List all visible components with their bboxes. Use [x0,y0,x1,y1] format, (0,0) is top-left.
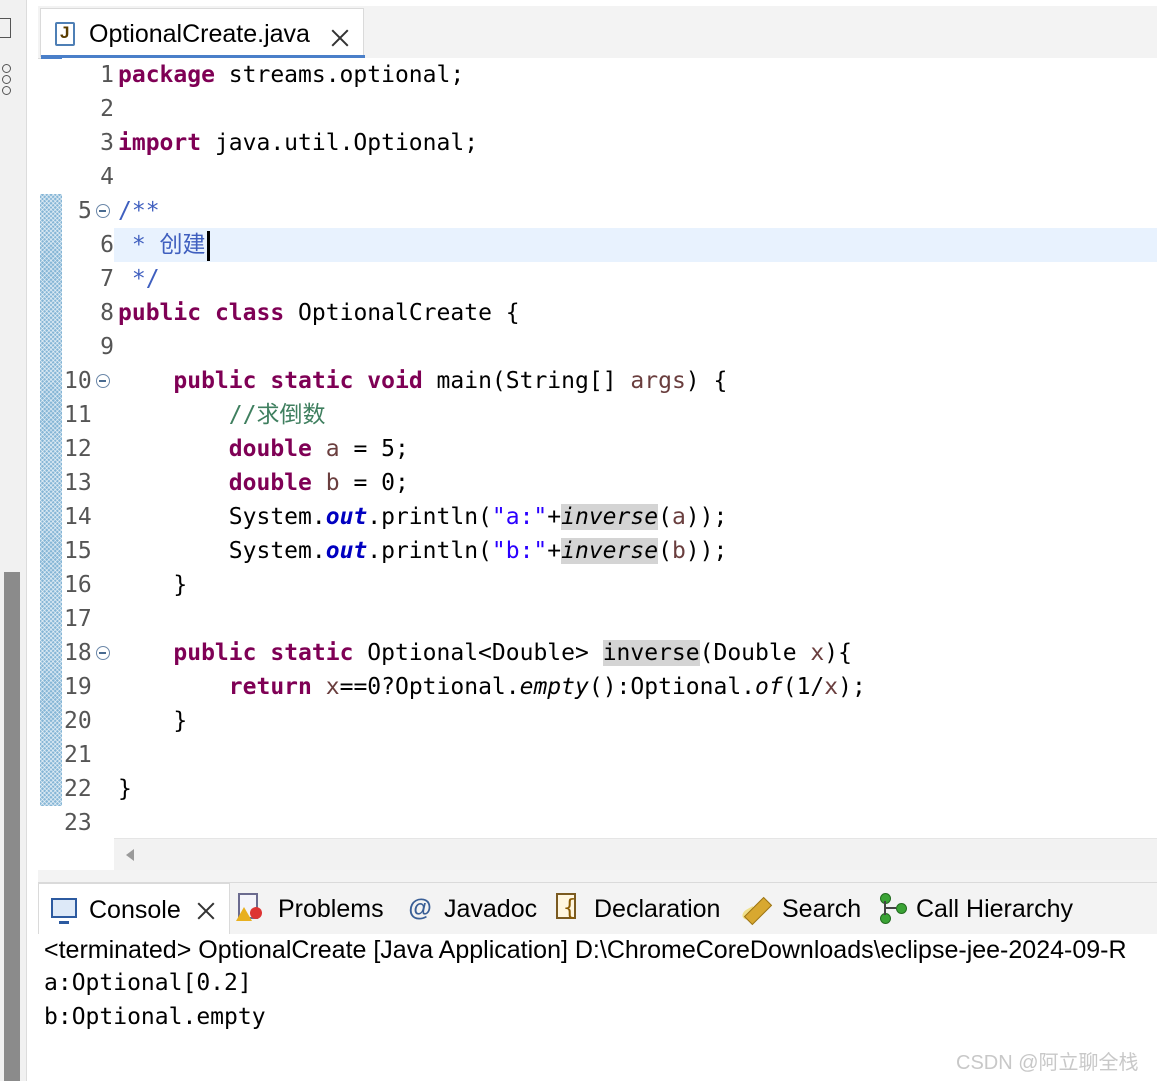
call-hierarchy-icon [878,891,910,925]
line-number: 20 [64,708,92,734]
current-line-highlight [114,228,1157,262]
restore-icon[interactable] [0,18,11,38]
horizontal-scrollbar[interactable] [114,838,1157,871]
line-number: 15 [64,538,92,564]
tab-problems[interactable]: Problems [236,883,396,935]
console-output-line: a:Optional[0.2] [44,970,252,996]
code-line-12[interactable]: double a = 5; [118,432,409,466]
editor-tab-optionalcreate[interactable]: OptionalCreate.java [40,8,365,59]
fold-collapse-icon[interactable] [96,374,110,388]
tab-javadoc-label: Javadoc [444,895,538,923]
fold-collapse-icon[interactable] [96,204,110,218]
tab-search[interactable]: Search [740,883,870,935]
line-number: 11 [64,402,92,428]
view-tab-bar: Console Problems @ Javadoc { Declaration… [38,882,1157,936]
code-line-19[interactable]: return x==0?Optional.empty():Optional.of… [118,670,866,704]
code-line-22[interactable]: } [118,772,132,806]
quick-diff-change-bar [40,194,62,806]
line-number: 6 [100,232,114,258]
line-number: 23 [64,810,92,836]
code-line-7[interactable]: */ [118,262,160,296]
code-editor[interactable]: 1 2 3 4 5 6 7 8 9 10 11 12 13 14 15 16 1… [38,58,1157,871]
tab-call-hierarchy[interactable]: Call Hierarchy [878,883,1118,935]
console-output-line: b:Optional.empty [44,1004,266,1030]
line-number: 8 [100,300,114,326]
editor-tab-title: OptionalCreate.java [89,20,310,48]
line-number: 7 [100,266,114,292]
search-icon [740,893,774,926]
javadoc-at-icon: @ [408,895,432,922]
line-number: 4 [100,164,114,190]
line-number: 17 [64,606,92,632]
code-line-15[interactable]: System.out.println("b:"+inverse(b)); [118,534,727,568]
code-line-3[interactable]: import java.util.Optional; [118,126,478,160]
line-number: 14 [64,504,92,530]
java-file-icon [55,22,75,46]
tab-javadoc[interactable]: @ Javadoc [408,883,548,935]
code-line-18[interactable]: public static Optional<Double> inverse(D… [118,636,852,670]
tab-problems-label: Problems [278,895,384,923]
line-number: 13 [64,470,92,496]
line-number: 9 [100,334,114,360]
code-line-20[interactable]: } [118,704,187,738]
close-console-icon[interactable] [197,902,215,920]
tab-search-label: Search [782,895,862,923]
line-number: 2 [100,96,114,122]
line-number: 16 [64,572,92,598]
editor-view-divider [38,870,1157,882]
line-number: 3 [100,130,114,156]
declaration-icon: { [556,893,580,923]
watermark: CSDN @阿立聊全栈 [956,1052,1139,1074]
code-line-16[interactable]: } [118,568,187,602]
tab-call-hierarchy-label: Call Hierarchy [916,895,1073,923]
console-terminated-label: <terminated> OptionalCreate [Java Applic… [44,936,1127,964]
tab-declaration-label: Declaration [594,895,721,923]
tab-console[interactable]: Console [38,883,230,936]
line-number: 21 [64,742,92,768]
text-caret [206,230,210,261]
code-line-8[interactable]: public class OptionalCreate { [118,296,520,330]
close-tab-icon[interactable] [331,29,349,47]
line-number: 19 [64,674,92,700]
code-line-5[interactable]: /** [118,194,160,228]
code-line-10[interactable]: public static void main(String[] args) { [118,364,727,398]
line-number: 22 [64,776,92,802]
scroll-left-icon[interactable] [126,849,134,861]
tab-console-label: Console [89,896,181,924]
tab-declaration[interactable]: { Declaration [556,883,736,935]
code-line-6[interactable]: * 创建 [118,228,210,262]
code-line-11[interactable]: //求倒数 [118,398,326,432]
vertical-scrollbar[interactable] [4,572,20,1081]
line-number: 1 [100,62,114,88]
more-views-icon[interactable] [2,64,12,97]
code-line-14[interactable]: System.out.println("a:"+inverse(a)); [118,500,727,534]
fold-collapse-icon[interactable] [96,646,110,660]
line-number: 12 [64,436,92,462]
code-line-13[interactable]: double b = 0; [118,466,409,500]
left-minimized-strip [0,0,27,1081]
problems-icon [236,893,262,923]
console-icon [51,898,77,924]
editor-tab-bar: OptionalCreate.java [38,6,1157,59]
code-line-1[interactable]: package streams.optional; [118,58,464,92]
